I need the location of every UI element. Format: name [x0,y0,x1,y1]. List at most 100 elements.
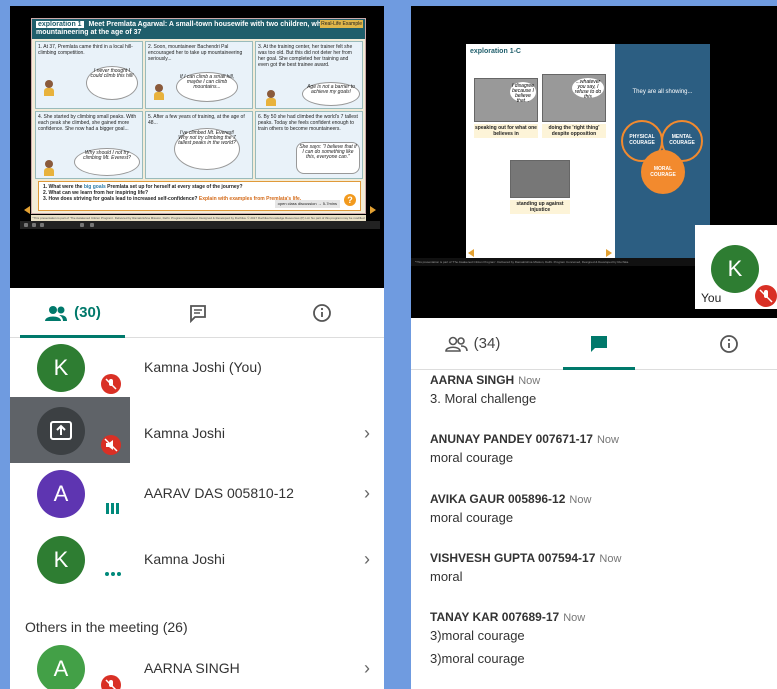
photo-caption: doing the 'right thing' despite oppositi… [542,124,606,138]
message-time: Now [599,553,622,565]
info-icon [720,334,738,353]
people-count: (30) [74,304,101,321]
chevron-right-icon[interactable]: › [364,483,370,504]
chevron-right-icon[interactable]: › [364,658,370,679]
left-phone-screen: exploration 1 Meet Premlata Agarwal: A s… [10,6,384,689]
slide-next-arrow-icon[interactable] [370,206,376,214]
tab-chat[interactable] [563,318,635,370]
mic-off-icon [101,675,121,689]
others-section-header: Others in the meeting (26) [25,619,188,635]
message-text: moral courage [430,450,514,465]
panel-text: 5. After a few years of training, at the… [148,114,245,126]
people-icon [45,305,68,321]
prev-control-icon[interactable] [24,223,28,227]
play-control-icon[interactable] [32,223,36,227]
avatar [37,407,85,455]
avatar: A [37,470,85,518]
speech-bubble: Age is not a barrier to achieve my goals… [302,82,360,106]
participant-row[interactable]: Kamna Joshi › [10,397,384,463]
discussion-hint: open class discussion → 5-7mins [274,200,340,208]
panel-text: 3. At the training center, her trainer f… [258,44,353,68]
speech-bubble: I never thought I could climb this hill! [86,66,138,100]
speech-bubble: Why should I not try climbing Mt. Everes… [74,148,140,176]
present-screen-icon [50,421,72,440]
message-text: 3. Moral challenge [430,391,537,406]
chat-message: ANUNAY PANDEY 007671-17 Now moral courage [430,432,760,465]
presentation-video[interactable]: exploration 1-C I disagree because I bel… [411,6,777,318]
speech-bubble: ...whatever you say, I refuse to do this [571,77,605,100]
message-time: Now [563,612,586,624]
active-tab-indicator [563,367,635,370]
avatar: K [37,536,85,584]
message-sender: VISHVESH GUPTA 007594-17 [430,551,596,565]
presentation-control-bar[interactable] [20,221,380,229]
discussion-questions: 1. What were the big goals Premlata set … [38,181,361,211]
chat-message: TANAY KAR 007689-17 Now 3)moral courage 3… [430,610,760,666]
message-sender: AVIKA GAUR 005896-12 [430,492,566,506]
presentation-video[interactable]: exploration 1 Meet Premlata Agarwal: A s… [10,6,384,288]
presentation-slide: exploration 1-C I disagree because I bel… [466,44,710,258]
participant-row[interactable]: K Kamna Joshi (You) [10,335,384,401]
moral-courage-circle: MORAL COURAGE [641,150,685,194]
premlata-figure [266,90,276,106]
photo-caption: standing up against injustice [510,200,570,214]
tab-chat[interactable] [135,288,260,337]
tab-info[interactable] [681,318,777,369]
tab-info[interactable] [260,288,384,337]
mic-off-icon [101,435,121,455]
slide-prev-arrow-icon[interactable] [24,206,30,214]
presentation-slide: exploration 1 Meet Premlata Agarwal: A s… [31,18,366,214]
chat-message: VISHVESH GUPTA 007594-17 Now moral [430,551,760,584]
tab-people[interactable]: (34) [411,318,533,369]
mic-off-icon [101,374,121,394]
premlata-figure [44,160,54,176]
message-text: moral courage [430,510,514,525]
story-panel: 2. Soon, mountaineer Bachendri Pal encou… [145,41,253,109]
slide-tag: exploration 1 [36,21,84,28]
pen-control-icon[interactable] [80,223,84,227]
real-life-badge: Real-Life Example [320,20,363,28]
self-video-tile[interactable]: K You [695,225,777,309]
right-phone-screen: exploration 1-C I disagree because I bel… [411,6,777,689]
message-header: ANUNAY PANDEY 007671-17 Now [430,432,760,446]
chat-icon [189,304,206,323]
premlata-figure [154,84,164,100]
self-avatar: K [711,245,759,293]
side-panel-tabs: (30) [10,288,384,338]
message-sender: TANAY KAR 007689-17 [430,610,560,624]
premlata-figure [44,80,54,96]
photo-right-thing: ...whatever you say, I refuse to do this [542,74,606,122]
message-header: VISHVESH GUPTA 007594-17 Now [430,551,760,565]
slide-next-arrow-icon[interactable] [606,249,612,257]
photo-injustice [510,160,570,198]
self-label: You [701,291,722,305]
info-icon [313,303,331,322]
message-time: Now [569,494,592,506]
message-text: moral [430,569,463,584]
question-mark-icon: ? [344,194,356,206]
participant-row[interactable]: K Kamna Joshi › [10,527,384,593]
chevron-right-icon[interactable]: › [364,549,370,570]
speech-bubble: If I can climb a small hill, maybe I can… [176,72,238,102]
participant-row[interactable]: A AARNA SINGH › [10,636,384,689]
next-control-icon[interactable] [40,223,44,227]
tab-people[interactable]: (30) [10,288,135,338]
chevron-right-icon[interactable]: › [364,423,370,444]
settings-control-icon[interactable] [90,223,94,227]
message-text: 3)moral courage [430,651,525,666]
participant-row[interactable]: A AARAV DAS 005810-12 › [10,461,384,527]
courage-panel-text: They are all showing... [632,89,693,95]
slide-prev-arrow-icon[interactable] [468,249,474,257]
message-sender: ANUNAY PANDEY 007671-17 [430,432,593,446]
people-count: (34) [473,335,501,352]
slide-title: exploration 1-C [470,48,521,55]
chat-message: AVIKA GAUR 005896-12 Now moral courage [430,492,760,525]
side-panel-tabs: (34) [411,318,777,370]
participant-name: Kamna Joshi (You) [144,359,262,375]
story-panel: 4. She started by climbing small peaks. … [35,111,143,179]
story-panel: 6. By 50 she had climbed the world's 7 t… [255,111,363,179]
participant-name: AARNA SINGH [144,660,240,676]
panel-text: 1. At 37, Premlata came third in a local… [38,44,133,56]
speech-bubble: She says: "I believe that if I can do so… [296,142,360,174]
panel-text: 6. By 50 she had climbed the world's 7 t… [258,114,358,132]
